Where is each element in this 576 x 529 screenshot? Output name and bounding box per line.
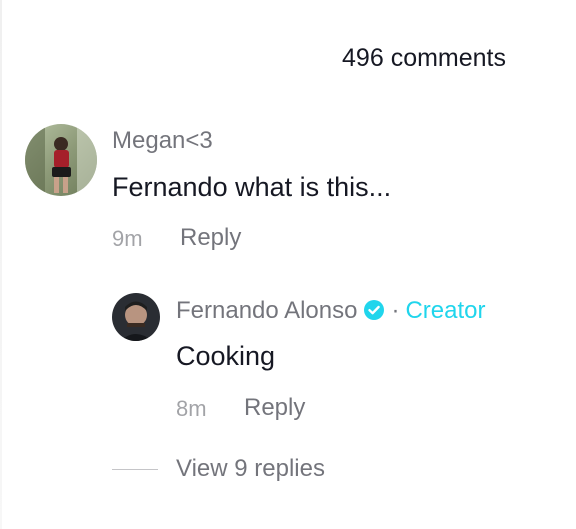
panel-edge [0,0,2,529]
view-replies-button[interactable]: View 9 replies [176,455,325,483]
reply-text: Cooking [176,341,276,371]
reply-button[interactable]: Reply [180,224,241,252]
avatar[interactable] [25,124,97,196]
reply-username-row: Fernando Alonso · Creator [176,297,486,325]
verified-icon [364,300,385,320]
creator-label: Creator [405,297,486,324]
separator-dot: · [391,297,400,324]
comment-username[interactable]: Megan<3 [112,127,213,155]
avatar-image [112,293,160,341]
comments-panel: 496 comments Megan<3 Fernando what is th… [0,0,576,529]
reply-username[interactable]: Fernando Alonso [176,297,357,324]
comment-age: 9m [112,226,143,251]
comment-text: Fernando what is this... [112,172,392,202]
avatar-image [25,124,97,196]
reply-button[interactable]: Reply [244,394,305,422]
avatar[interactable] [112,293,160,341]
comment-count: 496 comments [342,44,506,72]
view-replies-divider [112,469,158,470]
reply-age: 8m [176,396,207,421]
